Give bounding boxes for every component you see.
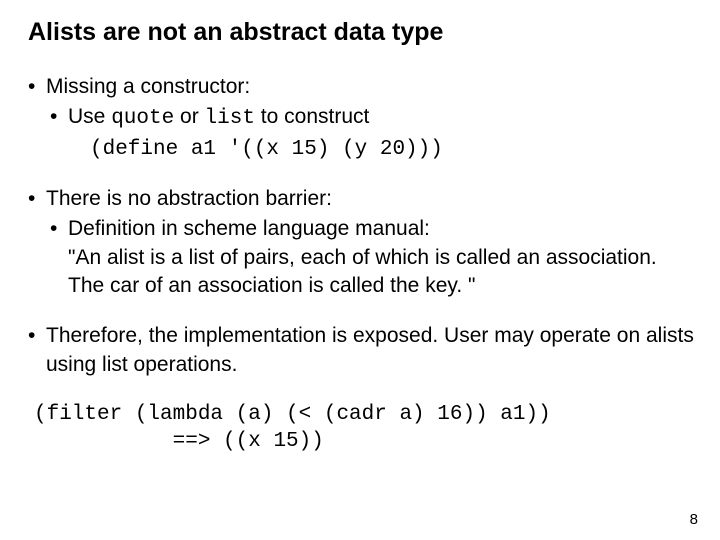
sub-list: Definition in scheme language manual: "A…: [46, 215, 698, 300]
bullet-item: Therefore, the implementation is exposed…: [28, 322, 698, 379]
code-block: (filter (lambda (a) (< (cadr a) 16)) a1)…: [34, 401, 698, 456]
bullet-text: Missing a constructor:: [46, 75, 250, 98]
code-block: (define a1 '((x 15) (y 20))): [90, 136, 698, 163]
sub-bullet-item: Use quote or list to construct: [46, 103, 698, 133]
text-fragment: Definition in scheme language manual:: [68, 217, 430, 240]
text-fragment: Use: [68, 105, 111, 128]
sub-bullet-item: Definition in scheme language manual: "A…: [46, 215, 698, 300]
text-fragment: to construct: [255, 105, 369, 128]
bullet-item: Missing a constructor: Use quote or list…: [28, 73, 698, 163]
slide-title: Alists are not an abstract data type: [28, 18, 698, 47]
inline-code: list: [205, 107, 255, 130]
bullet-list: Missing a constructor: Use quote or list…: [28, 73, 698, 379]
inline-code: quote: [111, 107, 174, 130]
quote-text: "An alist is a list of pairs, each of wh…: [68, 244, 698, 301]
page-number: 8: [690, 511, 698, 528]
sub-list: Use quote or list to construct: [46, 103, 698, 133]
bullet-item: There is no abstraction barrier: Definit…: [28, 185, 698, 300]
bullet-text: There is no abstraction barrier:: [46, 187, 332, 210]
bullet-text: Therefore, the implementation is exposed…: [46, 324, 694, 375]
text-fragment: or: [174, 105, 204, 128]
